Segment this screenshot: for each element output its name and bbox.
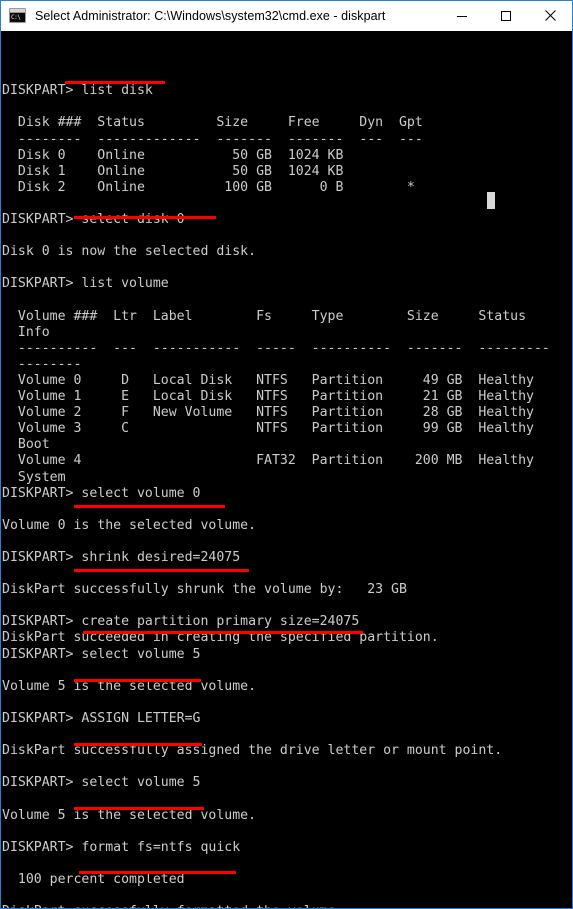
cmd-console-icon: C:\ (9, 8, 26, 23)
minimize-icon (457, 15, 467, 17)
console-line: System (2, 469, 66, 485)
console-line: Volume 1 E Local Disk NTFS Partition 21 … (2, 389, 534, 405)
console-line: DISKPART> select volume 0 (2, 485, 201, 501)
console-line: Volume 2 F New Volume NTFS Partition 28 … (2, 405, 534, 421)
window-title: Select Administrator: C:\Windows\system3… (35, 8, 386, 23)
console-line: Volume 0 D Local Disk NTFS Partition 49 … (2, 372, 534, 388)
console-line: DiskPart successfully formatted the volu… (2, 904, 572, 908)
text-cursor (487, 192, 495, 209)
console-line: DISKPART> ASSIGN LETTER=G (2, 710, 201, 726)
console-line: Disk 0 is now the selected disk. (2, 244, 257, 260)
console-line: Disk 1 Online 50 GB 1024 KB (2, 163, 344, 179)
console-line: DiskPart successfully shrunk the volume … (2, 582, 407, 598)
window-titlebar[interactable]: C:\ Select Administrator: C:\Windows\sys… (1, 0, 572, 31)
cmd-icon-prompt-glyph: C:\ (10, 13, 25, 22)
console-line: DiskPart succeeded in creating the speci… (2, 630, 439, 646)
close-icon (544, 10, 556, 21)
console-line: DISKPART> list disk (2, 83, 153, 99)
console-line: DISKPART> create partition primary size=… (2, 614, 360, 630)
console-output[interactable]: DISKPART> list disk Disk ### Status Size… (1, 31, 572, 908)
minimize-button[interactable] (440, 0, 484, 31)
console-line: Volume 5 is the selected volume. (2, 807, 257, 823)
console-line: DISKPART> select volume 5 (2, 775, 201, 791)
cmd-window: C:\ Select Administrator: C:\Windows\sys… (0, 0, 573, 909)
maximize-button[interactable] (484, 0, 528, 31)
console-line: Volume 3 C NTFS Partition 99 GB Healthy (2, 421, 534, 437)
console-line: -------- (2, 356, 82, 372)
maximize-icon (501, 10, 511, 21)
console-line: Disk 0 Online 50 GB 1024 KB (2, 147, 344, 163)
console-line: DISKPART> format fs=ntfs quick (2, 839, 241, 855)
console-line: Volume 5 is the selected volume. (2, 678, 257, 694)
console-line: Boot (2, 437, 50, 453)
console-line: Volume 0 is the selected volume. (2, 517, 257, 533)
console-line: DISKPART> select disk 0 (2, 212, 185, 228)
console-line: -------- ------------- ------- ------- -… (2, 131, 423, 147)
console-line: Info (2, 324, 50, 340)
console-line: Disk ### Status Size Free Dyn Gpt (2, 115, 423, 131)
console-line: Volume ### Ltr Label Fs Type Size Status (2, 308, 527, 324)
console-line: DISKPART> list volume (2, 276, 169, 292)
window-controls (440, 0, 572, 31)
console-line: 100 percent completed (2, 871, 185, 887)
console-line: ---------- --- ----------- ----- -------… (2, 340, 550, 356)
close-button[interactable] (528, 0, 572, 31)
console-line: DISKPART> select volume 5 (2, 646, 201, 662)
console-line: DiskPart successfully assigned the drive… (2, 743, 503, 759)
console-line: DISKPART> shrink desired=24075 (2, 550, 241, 565)
console-line: Volume 4 FAT32 Partition 200 MB Healthy (2, 453, 534, 469)
